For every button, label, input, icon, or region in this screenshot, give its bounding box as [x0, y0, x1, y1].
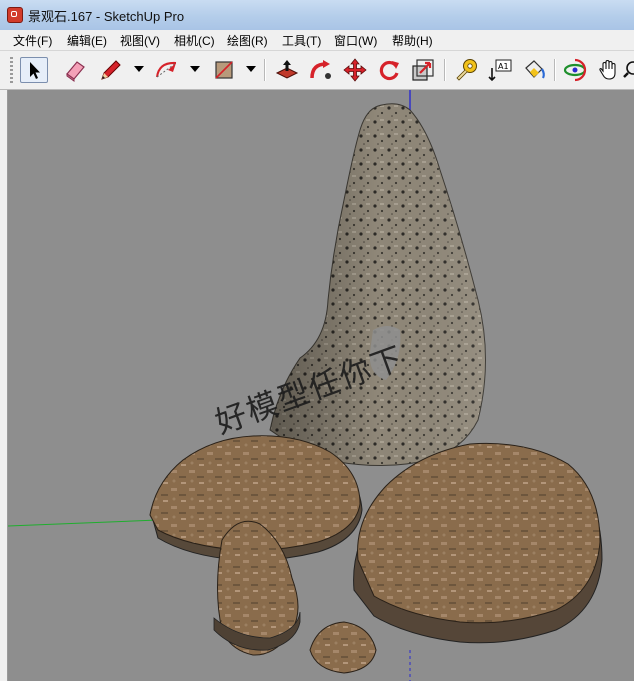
line-tool-button[interactable]	[97, 57, 125, 83]
move-tool-button[interactable]	[341, 57, 369, 83]
small-pebble	[309, 621, 377, 674]
follow-me-tool-button[interactable]	[307, 57, 335, 83]
model-viewport[interactable]: 好模型任你下	[8, 90, 634, 681]
toolbar-separator	[444, 59, 446, 81]
rotate-icon	[379, 60, 399, 81]
toolbar-grip[interactable]	[10, 57, 13, 83]
main-toolbar: A1	[0, 51, 634, 90]
viewport-left-frame	[0, 90, 8, 681]
toolbar-separator	[264, 59, 266, 81]
zoom-icon	[623, 61, 634, 78]
rectangle-tool-button[interactable]	[210, 57, 238, 83]
sketchup-app-icon[interactable]	[7, 7, 23, 23]
large-right-rock	[353, 442, 603, 644]
menu-file[interactable]: 文件(F)	[13, 32, 52, 49]
arc-tool-button[interactable]	[153, 57, 181, 83]
move-icon	[343, 58, 367, 82]
rectangle-icon	[215, 61, 233, 79]
orbit-tool-button[interactable]	[561, 57, 589, 83]
menu-tools[interactable]: 工具(T)	[282, 32, 321, 49]
menu-window[interactable]: 窗口(W)	[334, 32, 377, 49]
green-axis	[8, 519, 159, 527]
title-bar: 景观石.167 - SketchUp Pro	[0, 0, 634, 31]
tape-measure-tool-button[interactable]	[452, 57, 480, 83]
toolbar-separator	[554, 59, 556, 81]
menu-view[interactable]: 视图(V)	[120, 32, 160, 49]
arc-icon	[156, 61, 177, 78]
text-label-icon: A1	[488, 59, 512, 82]
pan-tool-button[interactable]	[595, 57, 623, 83]
menu-help[interactable]: 帮助(H)	[392, 32, 433, 49]
menu-draw[interactable]: 绘图(R)	[227, 32, 268, 49]
paint-bucket-icon	[525, 60, 545, 79]
menu-bar: 文件(F) 编辑(E) 视图(V) 相机(C) 绘图(R) 工具(T) 窗口(W…	[0, 30, 634, 51]
rectangle-dropdown-arrow[interactable]	[246, 66, 256, 72]
eraser-tool-button[interactable]	[61, 57, 89, 83]
orbit-icon	[563, 58, 587, 82]
eraser-icon	[66, 61, 85, 82]
pan-hand-icon	[599, 59, 616, 80]
scale-icon	[412, 59, 434, 81]
rotate-tool-button[interactable]	[375, 57, 403, 83]
menu-camera[interactable]: 相机(C)	[174, 32, 215, 49]
pencil-line-icon	[101, 60, 121, 80]
select-tool-button[interactable]	[20, 57, 48, 83]
select-arrow-icon	[30, 62, 40, 79]
svg-text:A1: A1	[498, 62, 509, 71]
push-pull-tool-button[interactable]	[273, 57, 301, 83]
menu-edit[interactable]: 编辑(E)	[67, 32, 107, 49]
arc-dropdown-arrow[interactable]	[190, 66, 200, 72]
scale-tool-button[interactable]	[409, 57, 437, 83]
window-title: 景观石.167 - SketchUp Pro	[28, 9, 185, 24]
follow-me-icon	[310, 60, 331, 79]
line-dropdown-arrow[interactable]	[134, 66, 144, 72]
tape-measure-icon	[456, 59, 477, 81]
text-tool-button[interactable]: A1	[486, 57, 514, 83]
paint-bucket-tool-button[interactable]	[520, 57, 548, 83]
push-pull-icon	[275, 60, 299, 79]
zoom-tool-button-partial[interactable]	[622, 57, 634, 83]
